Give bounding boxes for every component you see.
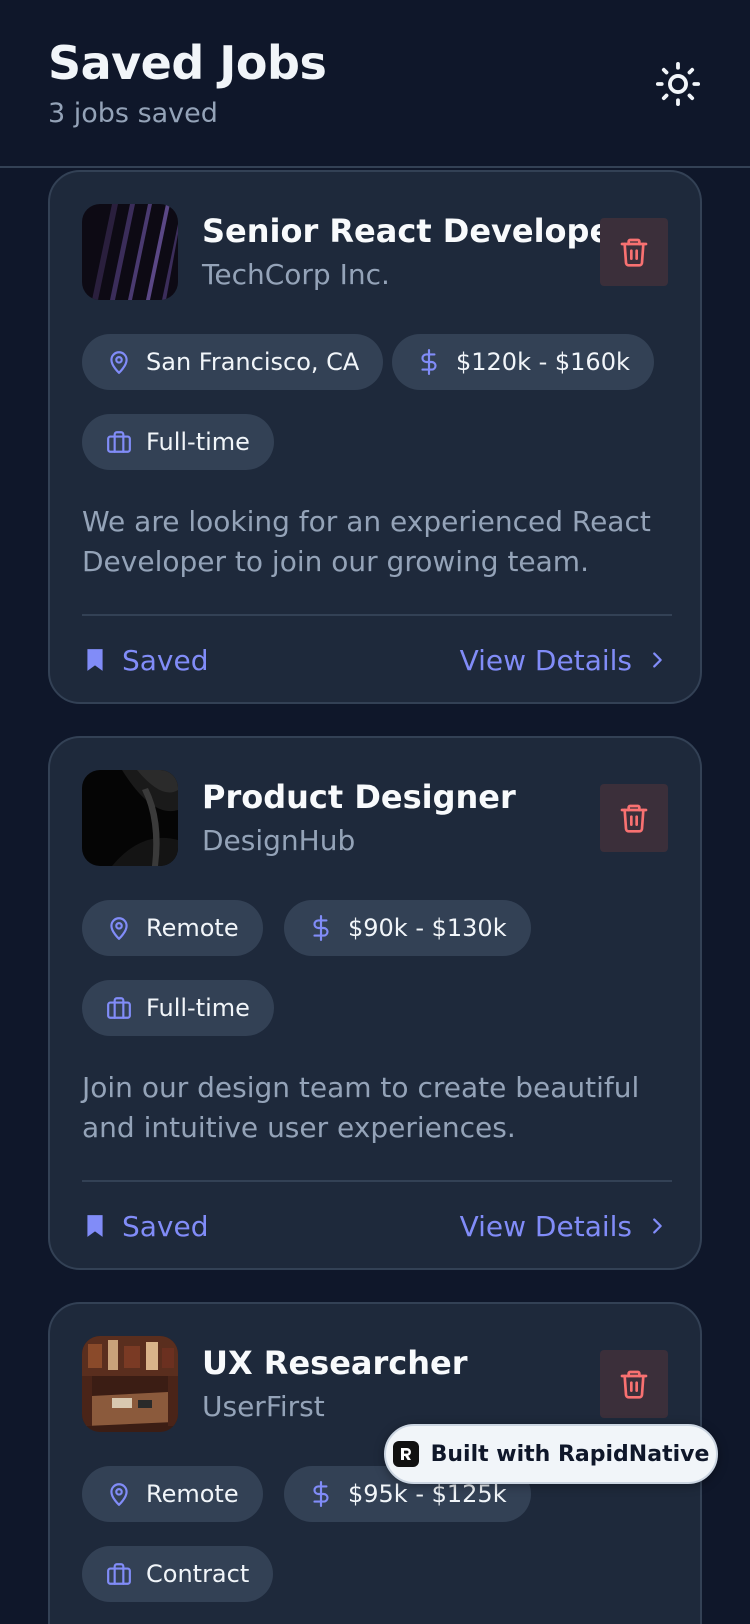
- briefcase-icon: [106, 1561, 132, 1587]
- salary-label: $95k - $125k: [348, 1480, 507, 1508]
- delete-button[interactable]: [600, 1350, 668, 1418]
- theme-toggle-button[interactable]: [652, 58, 704, 110]
- salary-label: $120k - $160k: [456, 348, 630, 376]
- built-with-label: Built with RapidNative: [430, 1441, 710, 1467]
- company-logo: [82, 1336, 178, 1432]
- delete-button[interactable]: [600, 784, 668, 852]
- saved-count: 3 jobs saved: [48, 98, 218, 129]
- map-pin-icon: [106, 1481, 132, 1507]
- company-name: TechCorp Inc.: [202, 258, 390, 291]
- map-pin-icon: [106, 349, 132, 375]
- company-logo: [82, 770, 178, 866]
- salary-chip: $120k - $160k: [392, 334, 654, 390]
- view-details-link[interactable]: View Details: [460, 632, 668, 688]
- delete-button[interactable]: [600, 218, 668, 286]
- chevron-right-icon: [653, 652, 662, 668]
- saved-label: Saved: [122, 643, 209, 677]
- dollar-icon: [308, 1481, 334, 1507]
- job-card[interactable]: Senior React Developer TechCorp Inc. San…: [48, 170, 702, 704]
- job-description: Join our design team to create beautiful…: [82, 1071, 640, 1144]
- trash-icon: [620, 804, 648, 833]
- divider: [82, 1180, 672, 1182]
- location-label: Remote: [146, 1480, 239, 1508]
- salary-label: $90k - $130k: [348, 914, 507, 942]
- rapidnative-logo-icon: [392, 1441, 419, 1467]
- saved-toggle[interactable]: Saved: [82, 632, 209, 688]
- divider: [82, 614, 672, 616]
- location-chip: Remote: [82, 1466, 263, 1522]
- location-chip: Remote: [82, 900, 263, 956]
- company-name: DesignHub: [202, 824, 356, 857]
- dollar-icon: [416, 349, 442, 375]
- job-title: Product Designer: [202, 778, 516, 816]
- job-type-chip: Full-time: [82, 414, 274, 470]
- app-header: Saved Jobs 3 jobs saved: [0, 0, 750, 168]
- view-details-label: View Details: [459, 643, 632, 677]
- sun-icon: [655, 61, 701, 107]
- job-title: Senior React Developer: [202, 212, 627, 250]
- saved-label: Saved: [122, 1209, 209, 1243]
- job-type-chip: Full-time: [82, 980, 274, 1036]
- bookmark-icon: [87, 649, 103, 671]
- chevron-right-icon: [653, 1218, 662, 1234]
- job-type-label: Contract: [146, 1560, 250, 1588]
- job-type-chip: Contract: [82, 1546, 274, 1602]
- briefcase-icon: [106, 995, 132, 1021]
- bookmark-icon: [87, 1215, 103, 1237]
- briefcase-icon: [106, 429, 132, 455]
- location-chip: San Francisco, CA: [82, 334, 384, 390]
- view-details-label: View Details: [459, 1209, 632, 1243]
- saved-toggle[interactable]: Saved: [82, 1198, 209, 1254]
- location-label: Remote: [146, 914, 239, 942]
- trash-icon: [620, 238, 648, 267]
- page-title: Saved Jobs: [48, 36, 327, 90]
- job-card[interactable]: Product Designer DesignHub Remote $90k -…: [48, 736, 702, 1270]
- company-name: UserFirst: [202, 1390, 325, 1423]
- job-type-label: Full-time: [146, 428, 250, 456]
- built-with-badge[interactable]: Built with RapidNative: [384, 1424, 718, 1484]
- location-label: San Francisco, CA: [146, 348, 360, 376]
- company-logo: [82, 204, 178, 300]
- salary-chip: $90k - $130k: [284, 900, 531, 956]
- job-title: UX Researcher: [202, 1344, 468, 1382]
- job-description: We are looking for an experienced React …: [82, 505, 651, 578]
- trash-icon: [620, 1370, 648, 1399]
- job-type-label: Full-time: [146, 994, 250, 1022]
- dollar-icon: [308, 915, 334, 941]
- map-pin-icon: [106, 915, 132, 941]
- view-details-link[interactable]: View Details: [460, 1198, 668, 1254]
